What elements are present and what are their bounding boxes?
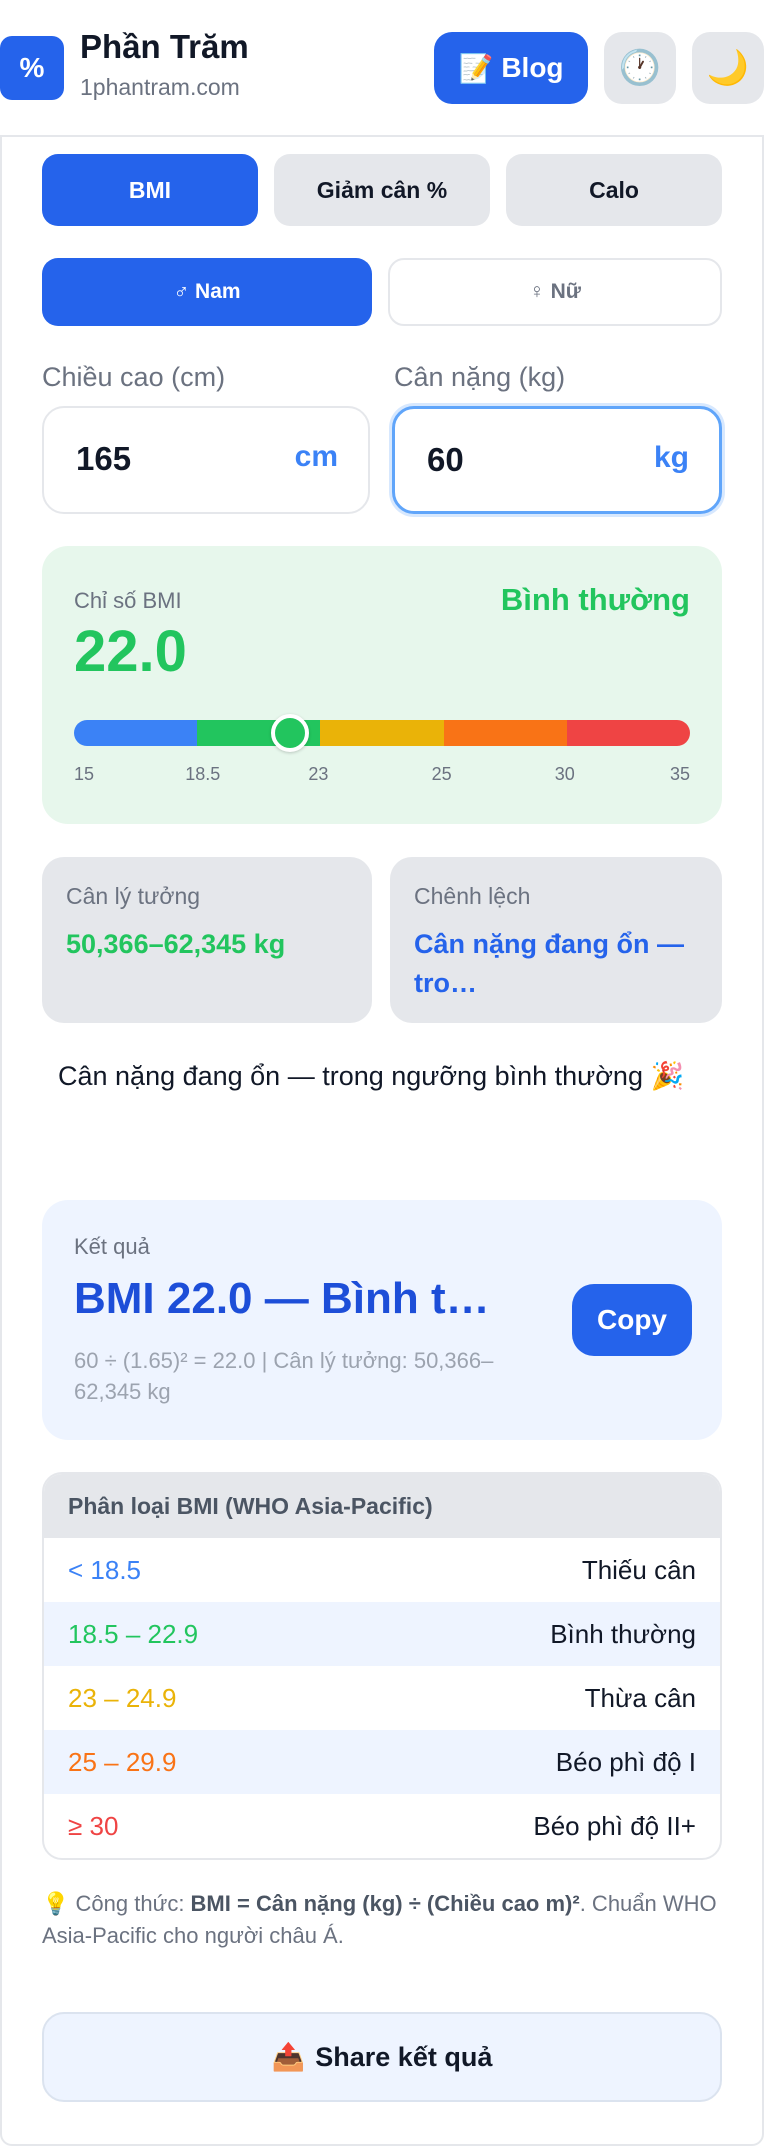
height-input[interactable]: 165 cm xyxy=(42,406,370,514)
bmi-category: Thừa cân xyxy=(584,1682,696,1713)
gender-female-button[interactable]: ♀ Nữ xyxy=(388,258,722,326)
copy-button[interactable]: Copy xyxy=(572,1284,692,1356)
table-row: 23 – 24.9 Thừa cân xyxy=(44,1666,720,1730)
formula-expression: BMI = Cân nặng (kg) ÷ (Chiều cao m)² xyxy=(190,1891,580,1916)
share-label: Share kết quả xyxy=(315,2041,493,2072)
bmi-category: Béo phì độ I xyxy=(555,1746,696,1777)
logo-icon[interactable]: % xyxy=(0,36,64,100)
clock-icon: 🕐 xyxy=(618,49,662,87)
scale-tick-label: 18.5 xyxy=(185,764,221,784)
bmi-label: Chỉ số BMI xyxy=(74,588,182,613)
blog-label: Blog xyxy=(501,52,564,83)
history-button[interactable]: 🕐 xyxy=(604,32,676,104)
table-row: 25 – 29.9 Béo phì độ I xyxy=(44,1730,720,1794)
status-message: Cân nặng đang ổn — trong ngưỡng bình thư… xyxy=(58,1061,685,1091)
bmi-range: 23 – 24.9 xyxy=(68,1682,177,1713)
table-row: < 18.5 Thiếu cân xyxy=(44,1538,720,1602)
height-value: 165 xyxy=(76,440,132,477)
weight-difference-label: Chênh lệch xyxy=(414,883,531,909)
bmi-scale-bar xyxy=(74,720,690,746)
scale-segment xyxy=(74,720,198,746)
memo-icon: 📝 xyxy=(458,52,494,84)
brand-title[interactable]: Phần Trăm xyxy=(80,28,249,66)
bmi-category: Béo phì độ II+ xyxy=(533,1810,696,1841)
share-button[interactable]: 📤 Share kết quả xyxy=(42,2012,722,2102)
scale-tick-label: 30 xyxy=(554,764,575,784)
table-row: 18.5 – 22.9 Bình thường xyxy=(44,1602,720,1666)
ideal-weight-label: Cân lý tưởng xyxy=(66,883,201,909)
moon-icon: 🌙 xyxy=(706,49,750,87)
height-label: Chiều cao (cm) xyxy=(42,362,226,392)
scale-segment xyxy=(443,720,567,746)
formula-note: 💡 Công thức: BMI = Cân nặng (kg) ÷ (Chiề… xyxy=(42,1888,732,1952)
weight-label: Cân nặng (kg) xyxy=(394,362,566,392)
lightbulb-icon: 💡 xyxy=(42,1891,70,1916)
app-header: % Phần Trăm 1phantram.com 📝 Blog 🕐 🌙 xyxy=(0,0,764,137)
result-formula-detail: 60 ÷ (1.65)² = 22.0 | Cân lý tưởng: 50,3… xyxy=(74,1348,494,1404)
table-row: ≥ 30 Béo phì độ II+ xyxy=(44,1794,720,1858)
blog-button[interactable]: 📝 Blog xyxy=(434,32,588,104)
gender-male-button[interactable]: ♂ Nam xyxy=(42,258,372,326)
tab-calories[interactable]: Calo xyxy=(506,154,722,226)
formula-prefix: Công thức: xyxy=(75,1891,191,1916)
weight-difference-value: Cân nặng đang ổn — tro… xyxy=(414,929,684,999)
result-label: Kết quả xyxy=(74,1234,150,1259)
bmi-range: ≥ 30 xyxy=(68,1810,119,1841)
bmi-range: 18.5 – 22.9 xyxy=(68,1618,199,1649)
bmi-classification-table: Phân loại BMI (WHO Asia-Pacific) < 18.5 T… xyxy=(42,1472,722,1860)
ideal-weight-card: Cân lý tưởng 50,366–62,345 kg xyxy=(42,857,372,1023)
scale-tick-label: 35 xyxy=(670,764,691,784)
brand-domain: 1phantram.com xyxy=(80,74,240,100)
tab-weight-loss[interactable]: Giảm cân % xyxy=(274,154,490,226)
weight-input[interactable]: 60 kg xyxy=(392,406,722,514)
theme-toggle-button[interactable]: 🌙 xyxy=(692,32,764,104)
height-unit: cm xyxy=(294,440,338,473)
bmi-range: < 18.5 xyxy=(68,1554,142,1585)
bmi-marker xyxy=(270,714,309,752)
scale-segment xyxy=(566,720,690,746)
bmi-category: Thiếu cân xyxy=(581,1554,696,1585)
weight-difference-card: Chênh lệch Cân nặng đang ổn — tro… xyxy=(390,857,722,1023)
bmi-value: 22.0 xyxy=(74,619,187,684)
scale-tick-label: 25 xyxy=(431,764,452,784)
result-headline: BMI 22.0 — Bình t… xyxy=(74,1274,490,1323)
weight-unit: kg xyxy=(653,441,689,474)
tab-bmi[interactable]: BMI xyxy=(42,154,258,226)
bmi-result-card: Chỉ số BMI 22.0 Bình thường 15 18.5 23 25 30… xyxy=(42,546,722,824)
ideal-weight-value: 50,366–62,345 kg xyxy=(66,929,286,959)
outbox-icon: 📤 xyxy=(271,2042,306,2072)
weight-value: 60 xyxy=(427,441,464,478)
scale-segment xyxy=(320,720,444,746)
bmi-range: 25 – 29.9 xyxy=(68,1746,177,1777)
result-card: Kết quả BMI 22.0 — Bình t… 60 ÷ (1.65)² … xyxy=(42,1200,722,1440)
table-title: Phân loại BMI (WHO Asia-Pacific) xyxy=(44,1474,720,1538)
scale-tick-label: 15 xyxy=(74,764,95,784)
scale-tick-label: 23 xyxy=(308,764,329,784)
bmi-category: Bình thường xyxy=(550,1618,696,1649)
bmi-status: Bình thường xyxy=(500,582,690,617)
